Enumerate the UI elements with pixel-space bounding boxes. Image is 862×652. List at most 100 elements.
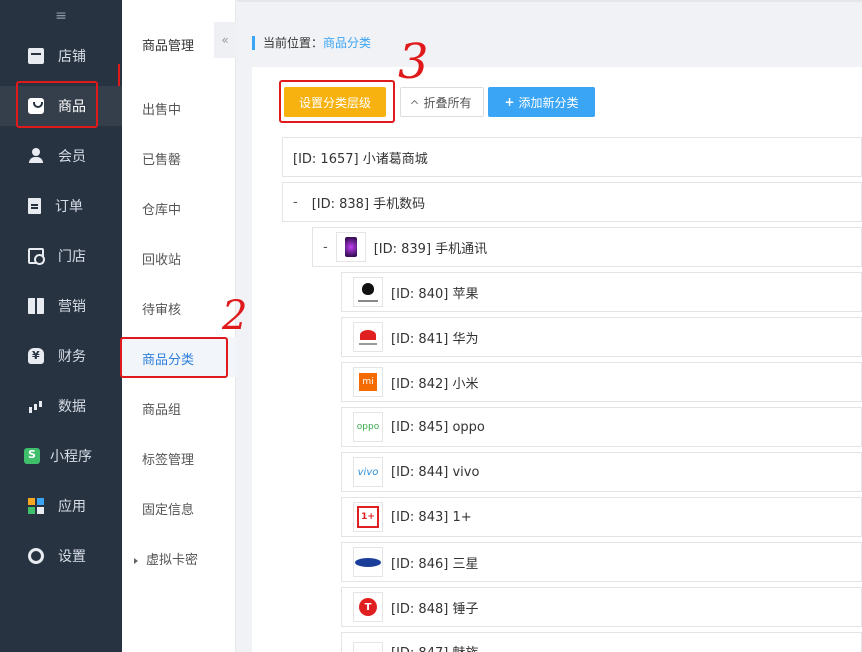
huawei-logo-icon — [353, 322, 383, 352]
bar-chart-icon — [28, 398, 44, 414]
primary-sidebar: ≡ 店铺 商品 会员 订单 门店 营销 财务 数据 小程序 应用 设置 — [0, 0, 122, 652]
subnav-title: 商品管理 — [142, 39, 195, 54]
tree-row-label: [ID: 840] 苹果 — [391, 286, 479, 302]
subnav-item-fixed-info[interactable]: 固定信息 — [142, 499, 194, 518]
secondary-sidebar: 商品管理 « 出售中 已售罄 仓库中 回收站 待审核 商品分类 商品组 标签管理… — [122, 0, 236, 652]
tree-row-smartisan[interactable]: [ID: 848] 锤子 — [341, 587, 862, 627]
top-divider — [237, 0, 862, 2]
oppo-logo-icon — [353, 412, 383, 442]
tree-row-huawei[interactable]: [ID: 841] 华为 — [341, 317, 862, 357]
nav-label: 小程序 — [50, 449, 92, 465]
tree-row-level2[interactable]: - [ID: 839] 手机通讯 — [312, 227, 862, 267]
nav-item-orders[interactable]: 订单 — [0, 186, 122, 226]
main-content: 当前位置：商品分类 设置分类层级 折叠所有 + 添加新分类 [ID: 1657] … — [237, 0, 862, 652]
shopping-bag-icon — [28, 98, 44, 114]
nav-label: 数据 — [58, 399, 86, 415]
double-chevron-left-icon: « — [221, 33, 229, 47]
nav-label: 门店 — [58, 249, 86, 265]
nav-label: 会员 — [58, 149, 86, 165]
tree-row-meizu[interactable]: [ID: 847] 魅族 — [341, 632, 862, 652]
tree-row-label: [ID: 842] 小米 — [391, 376, 479, 392]
collapse-subnav-button[interactable]: « — [214, 22, 236, 58]
breadcrumb-prefix: 当前位置： — [263, 36, 324, 50]
meizu-logo-icon — [353, 642, 383, 652]
add-category-label: 添加新分类 — [518, 95, 579, 110]
mini-program-icon — [24, 448, 40, 464]
nav-label: 店铺 — [58, 49, 86, 65]
nav-label: 营销 — [58, 299, 86, 315]
tree-row-oneplus[interactable]: [ID: 843] 1+ — [341, 497, 862, 537]
user-icon — [28, 148, 44, 164]
nav-item-goods[interactable]: 商品 — [0, 86, 122, 126]
tree-row-label: [ID: 845] oppo — [391, 419, 485, 435]
nav-item-shop[interactable]: 店铺 — [0, 36, 122, 76]
xiaomi-logo-icon — [353, 367, 383, 397]
nav-label: 设置 — [58, 549, 86, 565]
subnav-item-pending-review[interactable]: 待审核 — [142, 299, 181, 318]
nav-item-stores[interactable]: 门店 — [0, 236, 122, 276]
subnav-item-virtual-card[interactable]: 虚拟卡密 — [134, 549, 198, 568]
add-category-button[interactable]: + 添加新分类 — [488, 87, 595, 117]
nav-item-mini-program[interactable]: 小程序 — [0, 436, 122, 476]
nav-label: 订单 — [55, 199, 83, 215]
plus-icon: + — [504, 95, 515, 109]
subnav-item-label: 虚拟卡密 — [146, 553, 199, 568]
subnav-item-tag-management[interactable]: 标签管理 — [142, 449, 194, 468]
nav-label: 财务 — [58, 349, 86, 365]
tree-row-apple[interactable]: [ID: 840] 苹果 — [341, 272, 862, 312]
nav-label: 应用 — [58, 499, 86, 515]
tree-row-label: [ID: 839] 手机通讯 — [373, 241, 488, 257]
set-category-level-button[interactable]: 设置分类层级 — [284, 87, 386, 117]
tree-row-label: [ID: 846] 三星 — [391, 556, 479, 572]
tree-row-oppo[interactable]: [ID: 845] oppo — [341, 407, 862, 447]
tree-row-root[interactable]: [ID: 1657] 小诸葛商城 — [282, 137, 862, 177]
shop-icon — [28, 48, 44, 64]
tree-row-vivo[interactable]: [ID: 844] vivo — [341, 452, 862, 492]
collapse-toggle-icon[interactable]: - — [323, 240, 328, 255]
nav-item-members[interactable]: 会员 — [0, 136, 122, 176]
subnav-item-goods-group[interactable]: 商品组 — [142, 399, 181, 418]
store-icon — [28, 248, 45, 265]
tree-row-label: [ID: 1657] 小诸葛商城 — [293, 151, 428, 167]
caret-right-icon — [134, 557, 138, 564]
breadcrumb: 当前位置：商品分类 — [252, 36, 371, 50]
gear-icon — [28, 548, 44, 564]
gift-icon — [28, 298, 44, 314]
tree-row-label: [ID: 848] 锤子 — [391, 601, 479, 617]
sidebar-toggle-icon[interactable]: ≡ — [0, 0, 122, 32]
vivo-logo-icon — [353, 457, 383, 487]
subnav-item-warehouse[interactable]: 仓库中 — [142, 199, 181, 218]
subnav-item-label: 商品分类 — [142, 353, 195, 368]
sidebar-toggle-glyph: ≡ — [55, 8, 67, 24]
tree-row-label: [ID: 844] vivo — [391, 464, 480, 480]
collapse-all-button[interactable]: 折叠所有 — [400, 87, 484, 117]
nav-item-data[interactable]: 数据 — [0, 386, 122, 426]
collapse-toggle-icon[interactable]: - — [293, 195, 298, 210]
annotation-mark — [118, 64, 120, 86]
nav-label: 商品 — [58, 99, 86, 115]
apple-logo-icon — [353, 277, 383, 307]
subnav-item-sold-out[interactable]: 已售罄 — [142, 149, 181, 168]
tree-row-label: [ID: 838] 手机数码 — [311, 196, 426, 212]
category-thumbnail — [335, 232, 366, 262]
subnav-item-recycle-bin[interactable]: 回收站 — [142, 249, 181, 268]
tree-row-xiaomi[interactable]: [ID: 842] 小米 — [341, 362, 862, 402]
smartisan-logo-icon — [353, 592, 383, 622]
breadcrumb-current[interactable]: 商品分类 — [323, 36, 371, 50]
category-panel: 设置分类层级 折叠所有 + 添加新分类 [ID: 1657] 小诸葛商城 - [I… — [252, 67, 862, 652]
nav-item-settings[interactable]: 设置 — [0, 536, 122, 576]
chevron-up-icon — [411, 99, 419, 108]
subnav-item-categories[interactable]: 商品分类 — [122, 337, 236, 377]
collapse-all-label: 折叠所有 — [423, 95, 472, 110]
tree-row-level1[interactable]: - [ID: 838] 手机数码 — [282, 182, 862, 222]
nav-item-apps[interactable]: 应用 — [0, 486, 122, 526]
oneplus-logo-icon — [353, 502, 383, 532]
tree-row-label: [ID: 847] 魅族 — [391, 642, 478, 652]
tree-row-label: [ID: 841] 华为 — [391, 331, 479, 347]
samsung-logo-icon — [353, 547, 383, 577]
nav-item-finance[interactable]: 财务 — [0, 336, 122, 376]
tree-row-samsung[interactable]: [ID: 846] 三星 — [341, 542, 862, 582]
nav-item-marketing[interactable]: 营销 — [0, 286, 122, 326]
tree-row-label: [ID: 843] 1+ — [391, 509, 472, 525]
subnav-item-on-sale[interactable]: 出售中 — [142, 99, 181, 118]
